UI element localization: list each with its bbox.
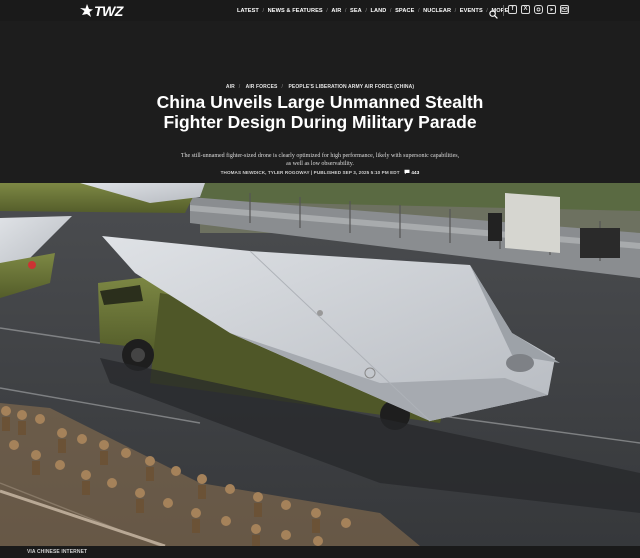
comment-count: 443 <box>411 170 420 175</box>
nav-item-nuclear[interactable]: NUCLEAR <box>423 8 451 14</box>
main-menu: LATEST / NEWS & FEATURES / AIR / SEA / LAND /… <box>237 7 509 14</box>
nav-divider <box>503 5 504 16</box>
email-icon[interactable] <box>560 5 569 14</box>
comment-icon <box>404 169 410 175</box>
breadcrumb-air-forces[interactable]: AIR FORCES <box>246 84 278 90</box>
logo-star-icon <box>80 4 93 17</box>
nav-item-sea[interactable]: SEA <box>350 8 362 14</box>
instagram-icon[interactable] <box>534 5 543 14</box>
breadcrumb-plaaf[interactable]: PEOPLE'S LIBERATION ARMY AIR FORCE (CHIN… <box>288 84 414 90</box>
youtube-icon[interactable] <box>547 5 556 14</box>
comment-link[interactable]: 443 <box>401 169 420 175</box>
search-icon[interactable] <box>489 6 498 19</box>
site-logo[interactable]: TWZ <box>80 2 123 19</box>
breadcrumb-air[interactable]: AIR <box>226 84 235 90</box>
article-title: China Unveils Large Unmanned Stealth Fig… <box>156 92 484 132</box>
social-links: f X <box>508 5 569 14</box>
byline: THOMAS NEWDICK, TYLER ROGOWAY | PUBLISHE… <box>0 169 640 175</box>
nav-item-air[interactable]: AIR <box>331 8 341 14</box>
image-caption: VIA CHINESE INTERNET <box>0 546 640 558</box>
byline-text: THOMAS NEWDICK, TYLER ROGOWAY | PUBLISHE… <box>220 170 400 175</box>
hero-image <box>0 183 640 546</box>
nav-item-news-features[interactable]: NEWS & FEATURES <box>268 8 323 14</box>
facebook-icon[interactable]: f <box>508 5 517 14</box>
breadcrumb: AIR / AIR FORCES / PEOPLE'S LIBERATION ARM… <box>225 84 415 90</box>
article-dek: The still-unnamed fighter-sized drone is… <box>180 153 460 167</box>
top-nav: TWZ LATEST / NEWS & FEATURES / AIR / SEA / L… <box>0 0 640 21</box>
nav-item-latest[interactable]: LATEST <box>237 8 259 14</box>
nav-item-events[interactable]: EVENTS <box>460 8 483 14</box>
x-icon[interactable]: X <box>521 5 530 14</box>
nav-item-land[interactable]: LAND <box>370 8 386 14</box>
logo-text: TWZ <box>94 2 123 19</box>
nav-item-space[interactable]: SPACE <box>395 8 414 14</box>
